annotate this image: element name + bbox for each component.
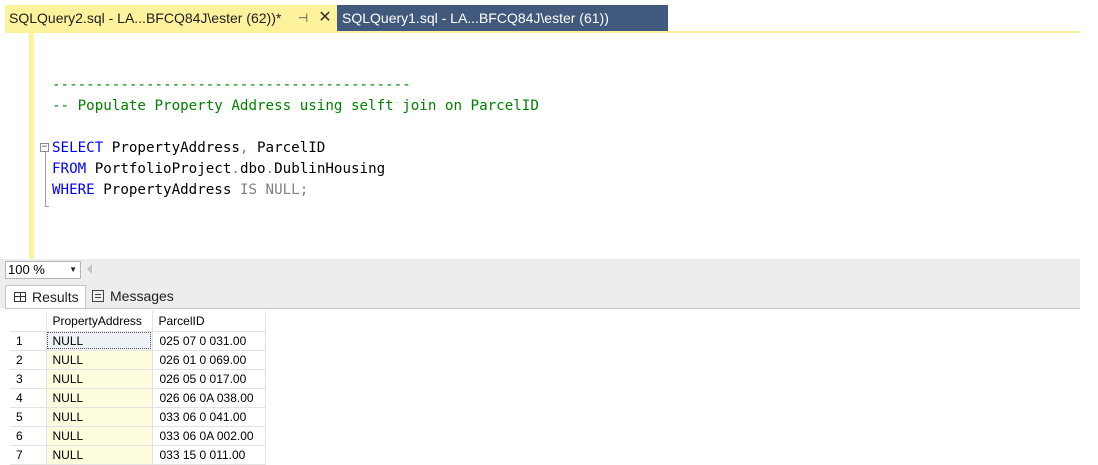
table-row[interactable]: 3 NULL 026 05 0 017.00 — [10, 369, 266, 389]
tab-messages-label: Messages — [110, 288, 174, 304]
cell-propertyaddress[interactable]: NULL — [46, 331, 153, 351]
code-text[interactable]: ----------------------------------------… — [52, 75, 539, 201]
cell-propertyaddress[interactable]: NULL — [46, 350, 153, 370]
table-row[interactable]: 7 NULL 033 15 0 011.00 — [10, 445, 266, 465]
code-token: PropertyAddress — [94, 182, 240, 198]
tab-sqlquery2[interactable]: SQLQuery2.sql - LA...BFCQ84J\ester (62))… — [5, 5, 337, 31]
tab-label: SQLQuery2.sql - LA...BFCQ84J\ester (62))… — [9, 10, 282, 26]
document-tab-strip: SQLQuery2.sql - LA...BFCQ84J\ester (62))… — [0, 0, 1098, 31]
code-token: SELECT — [52, 140, 104, 156]
outline-fold-end — [45, 206, 49, 207]
cell-parcelid[interactable]: 025 07 0 031.00 — [152, 331, 266, 351]
code-token: . — [231, 161, 240, 177]
collapse-icon[interactable]: − — [40, 143, 49, 152]
code-token: FROM — [52, 161, 87, 177]
code-token: ----------------------------------------… — [52, 77, 411, 93]
editor-gutter — [5, 33, 29, 259]
grid-icon — [14, 292, 26, 303]
row-number[interactable]: 1 — [10, 331, 47, 351]
tab-results-label: Results — [32, 289, 79, 305]
code-token: DublinHousing — [274, 161, 386, 177]
row-number[interactable]: 2 — [10, 350, 47, 370]
code-line[interactable]: -- Populate Property Address using selft… — [52, 96, 539, 117]
close-icon[interactable]: ✕ — [318, 5, 332, 31]
cell-parcelid[interactable]: 026 05 0 017.00 — [152, 369, 266, 389]
dropdown-arrow-icon[interactable]: ▼ — [69, 262, 77, 278]
tab-results[interactable]: Results — [5, 285, 86, 308]
code-token: dbo — [239, 161, 266, 177]
code-token: PropertyAddress — [103, 140, 240, 156]
cell-parcelid[interactable]: 026 01 0 069.00 — [152, 350, 266, 370]
code-token: . — [265, 161, 275, 177]
outline-fold-line — [45, 147, 46, 207]
row-number[interactable]: 4 — [10, 388, 47, 408]
cell-parcelid[interactable]: 033 06 0 041.00 — [152, 407, 266, 427]
cell-parcelid[interactable]: 026 06 0A 038.00 — [152, 388, 266, 408]
tab-sqlquery1[interactable]: SQLQuery1.sql - LA...BFCQ84J\ester (61)) — [337, 5, 668, 31]
code-token: WHERE — [52, 182, 95, 198]
row-number[interactable]: 5 — [10, 407, 47, 427]
code-line[interactable]: WHERE PropertyAddress IS NULL; — [52, 180, 539, 201]
code-line[interactable]: ----------------------------------------… — [52, 75, 539, 96]
column-header-parcelid[interactable]: ParcelID — [152, 311, 266, 332]
scroll-left-icon[interactable] — [87, 264, 92, 274]
cell-parcelid[interactable]: 033 15 0 011.00 — [152, 445, 266, 465]
table-row[interactable]: 2 NULL 026 01 0 069.00 — [10, 350, 266, 370]
row-number[interactable]: 6 — [10, 426, 47, 446]
query-editor[interactable]: − --------------------------------------… — [5, 33, 1080, 259]
column-header-propertyaddress[interactable]: PropertyAddress — [46, 311, 153, 332]
code-token: PortfolioProject — [86, 161, 232, 177]
messages-icon — [92, 290, 104, 303]
tab-label: SQLQuery1.sql - LA...BFCQ84J\ester (61)) — [342, 10, 609, 26]
code-token: IS NULL; — [239, 182, 309, 198]
results-grid: PropertyAddress ParcelID 1 NULL 025 07 0 0… — [10, 311, 266, 465]
row-number-header[interactable] — [10, 311, 47, 332]
tab-messages[interactable]: Messages — [87, 285, 181, 308]
table-row[interactable]: 4 NULL 026 06 0A 038.00 — [10, 388, 266, 408]
zoom-dropdown[interactable]: 100 % ▼ — [5, 261, 81, 279]
cell-propertyaddress[interactable]: NULL — [46, 369, 153, 389]
cell-propertyaddress[interactable]: NULL — [46, 426, 153, 446]
code-token: -- Populate Property Address using selft… — [52, 98, 539, 114]
code-token: ParcelID — [248, 140, 326, 156]
cell-propertyaddress[interactable]: NULL — [46, 407, 153, 427]
results-tab-strip: Results Messages — [0, 281, 1080, 308]
code-line[interactable] — [52, 117, 539, 138]
code-line[interactable]: SELECT PropertyAddress, ParcelID — [52, 138, 539, 159]
pin-icon[interactable]: ⊣ — [296, 5, 310, 31]
cell-parcelid[interactable]: 033 06 0A 002.00 — [152, 426, 266, 446]
change-tracking-bar — [29, 33, 34, 259]
zoom-value: 100 % — [8, 262, 45, 277]
table-row[interactable]: 5 NULL 033 06 0 041.00 — [10, 407, 266, 427]
row-number[interactable]: 7 — [10, 445, 47, 465]
table-row[interactable]: 6 NULL 033 06 0A 002.00 — [10, 426, 266, 446]
row-number[interactable]: 3 — [10, 369, 47, 389]
results-grid-pane: PropertyAddress ParcelID 1 NULL 025 07 0 0… — [5, 308, 1080, 465]
table-row[interactable]: 1 NULL 025 07 0 031.00 — [10, 331, 266, 351]
code-line[interactable]: FROM PortfolioProject.dbo.DublinHousing — [52, 159, 539, 180]
cell-propertyaddress[interactable]: NULL — [46, 388, 153, 408]
window-right-margin — [1080, 33, 1098, 463]
zoom-bar: 100 % ▼ — [0, 259, 1080, 281]
cell-propertyaddress[interactable]: NULL — [46, 445, 153, 465]
grid-header-row: PropertyAddress ParcelID — [10, 311, 266, 332]
